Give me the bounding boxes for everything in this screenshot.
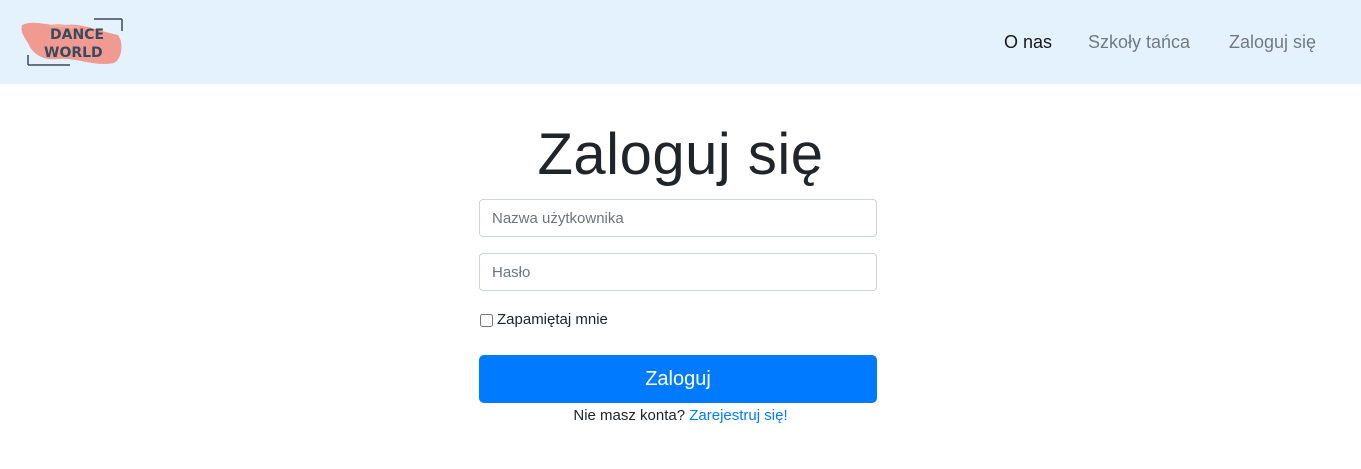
nav-link-szkoly-tanca[interactable]: Szkoły tańca [1088, 31, 1190, 53]
navbar: DANCE WORLD O nas Szkoły tańca Zaloguj s… [0, 0, 1361, 84]
register-prompt: Nie masz konta? Zarejestruj się! [0, 406, 1361, 426]
dance-world-logo[interactable]: DANCE WORLD [20, 17, 124, 69]
logo-graphic: DANCE WORLD [21, 18, 123, 66]
svg-text:WORLD: WORLD [44, 45, 103, 61]
svg-text:DANCE: DANCE [50, 27, 104, 43]
login-main: Zaloguj się Zapamiętaj mnie Zaloguj Nie … [0, 84, 1361, 469]
remember-me-label: Zapamiętaj mnie [497, 311, 608, 328]
no-account-text: Nie masz konta? [573, 407, 686, 424]
nav-link-zaloguj-sie[interactable]: Zaloguj się [1229, 31, 1316, 53]
remember-me[interactable]: Zapamiętaj mnie [479, 311, 608, 329]
nav-link-o-nas[interactable]: O nas [1004, 31, 1052, 53]
page-title: Zaloguj się [537, 122, 824, 187]
username-input[interactable] [479, 199, 877, 237]
remember-me-checkbox[interactable] [480, 313, 493, 327]
login-button[interactable]: Zaloguj [479, 355, 877, 403]
register-link[interactable]: Zarejestruj się! [689, 407, 787, 424]
password-input[interactable] [479, 253, 877, 291]
